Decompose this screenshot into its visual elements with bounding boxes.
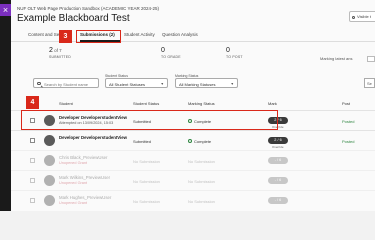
row-checkbox[interactable]: [30, 198, 35, 203]
student-status-select[interactable]: All Student Statuses ▼: [105, 78, 168, 88]
marking-status: No Submission: [188, 198, 215, 204]
student-status: No Submission: [133, 178, 160, 184]
marking-status-select[interactable]: All Marking Statuses ▼: [175, 78, 238, 88]
student-name[interactable]: Developer DeveloperstudentView: [59, 135, 127, 140]
marking-status-text: Complete: [194, 138, 212, 144]
left-sidebar: [0, 0, 11, 211]
stat-to-grade-label: TO GRADE: [161, 55, 181, 59]
chevron-down-icon: ▼: [160, 82, 164, 86]
stat-to-grade-value: 0: [161, 47, 165, 54]
column-student-status[interactable]: Student Status: [133, 101, 159, 106]
avatar: [44, 175, 55, 186]
student-status: Submitted: [133, 138, 152, 144]
course-path: NUF OLT Web Page Production Sandbox (ACA…: [17, 6, 159, 11]
step-4-callout: 4: [26, 96, 39, 109]
search-placeholder: Search by Student name: [44, 81, 89, 87]
visibility-button[interactable]: Visible t: [349, 11, 375, 22]
marking-latest-toggle[interactable]: [367, 56, 375, 62]
table-row[interactable]: Chris Black_PreviewUser Unopened Grant N…: [11, 150, 375, 170]
student-status: No Submission: [133, 158, 160, 164]
table-row[interactable]: Mark Hughes_PreviewUser Unopened Grant N…: [11, 190, 375, 210]
student-sub: Unopened Grant: [59, 181, 88, 185]
tab-question-analysis[interactable]: Question Analysis: [162, 32, 198, 37]
student-sub: Unopened Grant: [59, 201, 88, 205]
step-3-callout: 3: [59, 30, 72, 43]
student-name[interactable]: Chris Black_PreviewUser: [59, 155, 107, 160]
column-marking-status[interactable]: Marking Status: [188, 101, 215, 106]
student-name[interactable]: Mark Hughes_PreviewUser: [59, 195, 111, 200]
mark-pill[interactable]: - / 6: [268, 197, 288, 204]
table-header: Student Student Status Marking Status Ma…: [11, 100, 375, 109]
avatar: [44, 135, 55, 146]
student-name[interactable]: Mark Wilkins_PreviewUser: [59, 175, 110, 180]
column-post[interactable]: Post: [342, 101, 350, 106]
post-status: Posted: [342, 138, 355, 144]
tab-content-and-settings[interactable]: Content and Se: [28, 32, 59, 37]
row-highlight: [21, 110, 278, 130]
close-icon[interactable]: ×: [0, 4, 11, 16]
check-circle-icon: [188, 139, 192, 143]
stat-to-post-label: TO POST: [226, 55, 243, 59]
marking-status: No Submission: [188, 178, 215, 184]
mark-override: Override: [272, 145, 284, 149]
mark-pill[interactable]: - / 6: [268, 157, 288, 164]
student-sub: Unopened Grant: [59, 161, 88, 165]
search-input[interactable]: Search by Student name: [33, 78, 99, 88]
avatar: [44, 155, 55, 166]
marking-status: Complete: [188, 139, 211, 144]
stat-submitted-denom: of 7: [54, 48, 62, 53]
student-status: No Submission: [133, 198, 160, 204]
student-status-value: All Student Statuses: [109, 82, 146, 87]
table-row[interactable]: Mark Wilkins_PreviewUser Unopened Grant …: [11, 170, 375, 190]
avatar: [44, 195, 55, 206]
stat-to-post: 0 TO POST: [226, 47, 243, 59]
tab-student-activity[interactable]: Student Activity: [124, 32, 155, 37]
mark-pill[interactable]: 2 / 6: [268, 137, 288, 144]
visibility-icon: [352, 15, 355, 19]
row-checkbox[interactable]: [30, 178, 35, 183]
submissions-tab-highlight: [76, 30, 121, 43]
stat-submitted: 2 of 7 SUBMITTED: [49, 47, 71, 59]
row-checkbox[interactable]: [30, 158, 35, 163]
page-title: Example Blackboard Test: [17, 13, 130, 24]
marking-status-value: All Marking Statuses: [179, 82, 216, 87]
mark-pill[interactable]: - / 6: [268, 177, 288, 184]
marking-status: No Submission: [188, 158, 215, 164]
stat-to-grade: 0 TO GRADE: [161, 47, 181, 59]
stat-submitted-label: SUBMITTED: [49, 55, 72, 59]
visibility-label: Visible t: [357, 14, 371, 19]
settings-button[interactable]: Se: [364, 78, 375, 88]
column-student[interactable]: Student: [59, 101, 73, 106]
chevron-down-icon: ▼: [230, 82, 234, 86]
row-checkbox[interactable]: [30, 138, 35, 143]
marking-latest-label: Marking latest ans: [320, 56, 353, 61]
post-status: Posted: [342, 118, 355, 124]
column-mark[interactable]: Mark: [268, 101, 277, 106]
search-icon: [37, 81, 41, 85]
table-row[interactable]: Developer DeveloperstudentView Submitted…: [11, 130, 375, 150]
stat-to-post-value: 0: [226, 47, 230, 54]
